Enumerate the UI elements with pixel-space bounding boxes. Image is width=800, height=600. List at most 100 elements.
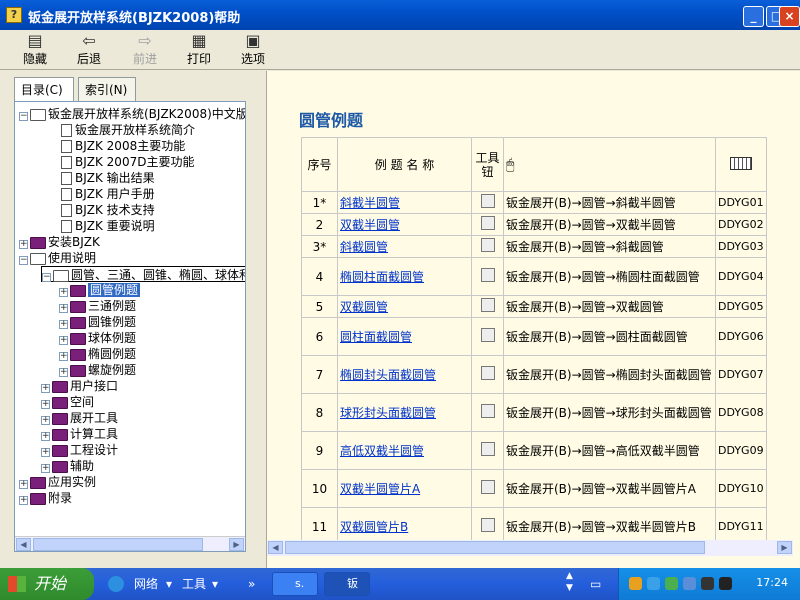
shield-tray-icon[interactable]: [665, 577, 678, 590]
tree-example[interactable]: + 螺旋例题: [59, 362, 136, 378]
tools-toolbar[interactable]: 工具: [182, 572, 206, 596]
tree-example[interactable]: + 球体例题: [59, 330, 136, 346]
tree-appendix[interactable]: + 附录: [19, 490, 72, 506]
tree-section[interactable]: + 空间: [41, 394, 94, 410]
tray-app-icon[interactable]: [629, 577, 642, 590]
example-link[interactable]: 斜截圆管: [340, 240, 388, 254]
tree-app[interactable]: + 应用实例: [19, 474, 96, 490]
scroll-thumb[interactable]: [285, 541, 705, 554]
tree-section[interactable]: + 展开工具: [41, 410, 118, 426]
tray-misc-icon[interactable]: [701, 577, 714, 590]
minimize-button[interactable]: _: [743, 6, 764, 27]
tree-item[interactable]: 钣金展开放样系统简介: [61, 122, 195, 138]
expand-icon[interactable]: +: [59, 368, 68, 377]
expand-icon[interactable]: +: [59, 336, 68, 345]
tool-button-icon[interactable]: [480, 404, 495, 418]
expand-icon[interactable]: +: [19, 496, 28, 505]
tree-horizontal-scrollbar[interactable]: ◀ ▶: [15, 536, 245, 551]
tree-item[interactable]: BJZK 2007D主要功能: [61, 154, 194, 170]
network-dropdown-icon[interactable]: ▾: [166, 572, 172, 596]
expand-icon[interactable]: +: [19, 240, 28, 249]
keyboard-tray-icon[interactable]: ▭: [590, 572, 601, 596]
expand-icon[interactable]: +: [41, 400, 50, 409]
expand-icon[interactable]: +: [19, 480, 28, 489]
tool-button-icon[interactable]: [480, 216, 495, 230]
tree-install[interactable]: + 安装BJZK: [19, 234, 100, 250]
example-link[interactable]: 双截半圆管: [340, 218, 400, 232]
expand-icon[interactable]: +: [59, 320, 68, 329]
taskbar-scroll-icon[interactable]: ▲ ▼: [566, 570, 573, 594]
tab-contents[interactable]: 目录(C): [14, 77, 74, 103]
example-link[interactable]: 椭圆封头面截圆管: [340, 368, 436, 382]
taskbar-window-help[interactable]: 钣: [324, 572, 370, 596]
more-chevron-icon[interactable]: »: [248, 572, 255, 596]
tree-item[interactable]: BJZK 重要说明: [61, 218, 155, 234]
taskbar-window-folder[interactable]: s.: [272, 572, 318, 596]
audio-tray-icon[interactable]: [683, 577, 696, 590]
scroll-left-icon[interactable]: ◀: [16, 538, 31, 551]
tree-section[interactable]: + 用户接口: [41, 378, 118, 394]
example-link[interactable]: 高低双截半圆管: [340, 444, 424, 458]
tree-example[interactable]: + 圆锥例题: [59, 314, 136, 330]
collapse-icon[interactable]: −: [19, 112, 28, 121]
tree-item[interactable]: BJZK 输出结果: [61, 170, 155, 186]
scroll-right-icon[interactable]: ▶: [229, 538, 244, 551]
tree-usage[interactable]: − 使用说明: [19, 250, 96, 266]
tree-item[interactable]: BJZK 2008主要功能: [61, 138, 185, 154]
options-button[interactable]: ▣ 选项: [230, 32, 276, 68]
tree-section[interactable]: + 工程设计: [41, 442, 118, 458]
hide-button[interactable]: ▤ 隐藏: [12, 32, 58, 68]
scroll-right-icon[interactable]: ▶: [777, 541, 792, 554]
tree-section[interactable]: + 辅助: [41, 458, 94, 474]
tab-index[interactable]: 索引(N): [78, 77, 136, 101]
tools-dropdown-icon[interactable]: ▾: [212, 572, 218, 596]
collapse-icon[interactable]: −: [19, 256, 28, 265]
example-link[interactable]: 双截圆管片B: [340, 520, 408, 534]
expand-icon[interactable]: +: [59, 288, 68, 297]
expand-icon[interactable]: +: [41, 464, 50, 473]
expand-icon[interactable]: +: [41, 432, 50, 441]
collapse-icon[interactable]: −: [42, 273, 51, 282]
volume-tray-icon[interactable]: [719, 577, 732, 590]
tool-button-icon[interactable]: [480, 194, 495, 208]
tree-example-pipe[interactable]: + 圆管例题: [59, 282, 141, 298]
tool-button-icon[interactable]: [480, 298, 495, 312]
expand-icon[interactable]: +: [59, 352, 68, 361]
start-button[interactable]: 开始: [0, 568, 94, 600]
example-link[interactable]: 双截半圆管片A: [340, 482, 420, 496]
tool-button-icon[interactable]: [480, 518, 495, 532]
expand-icon[interactable]: +: [59, 304, 68, 313]
network-tray-icon[interactable]: [647, 577, 660, 590]
tree-usage-sub[interactable]: −圆管、三通、圆锥、椭圆、球体和螺旋: [41, 266, 245, 282]
example-link[interactable]: 圆柱面截圆管: [340, 330, 412, 344]
example-link[interactable]: 双截圆管: [340, 300, 388, 314]
example-link[interactable]: 斜截半圆管: [340, 196, 400, 210]
expand-icon[interactable]: +: [41, 448, 50, 457]
tool-button-icon[interactable]: [480, 268, 495, 282]
close-button[interactable]: ×: [779, 6, 800, 27]
content-horizontal-scrollbar[interactable]: ◀ ▶: [267, 540, 793, 556]
scroll-left-icon[interactable]: ◀: [268, 541, 283, 554]
scroll-thumb[interactable]: [33, 538, 203, 551]
example-link[interactable]: 椭圆柱面截圆管: [340, 270, 424, 284]
print-button[interactable]: ▦ 打印: [176, 32, 222, 68]
tool-button-icon[interactable]: [480, 480, 495, 494]
expand-icon[interactable]: +: [41, 384, 50, 393]
tool-button-icon[interactable]: [480, 328, 495, 342]
tree-item[interactable]: BJZK 技术支持: [61, 202, 155, 218]
tree-section[interactable]: + 计算工具: [41, 426, 118, 442]
tree-root[interactable]: − 钣金展开放样系统(BJZK2008)中文版: [19, 106, 245, 122]
ie-icon[interactable]: [108, 576, 124, 592]
tool-button-icon[interactable]: [480, 366, 495, 380]
tool-button-icon[interactable]: [480, 442, 495, 456]
forward-button[interactable]: ⇨ 前进: [122, 32, 168, 68]
tree-example[interactable]: + 椭圆例题: [59, 346, 136, 362]
tree-item[interactable]: BJZK 用户手册: [61, 186, 155, 202]
tree-example[interactable]: + 三通例题: [59, 298, 136, 314]
example-link[interactable]: 球形封头面截圆管: [340, 406, 436, 420]
tool-button-icon[interactable]: [480, 238, 495, 252]
back-button[interactable]: ⇦ 后退: [66, 32, 112, 68]
expand-icon[interactable]: +: [41, 416, 50, 425]
table-row: 10 双截半圆管片A 钣金展开(B)→圆管→双截半圆管片A DDYG10: [301, 469, 767, 508]
network-toolbar[interactable]: 网络: [134, 572, 158, 596]
